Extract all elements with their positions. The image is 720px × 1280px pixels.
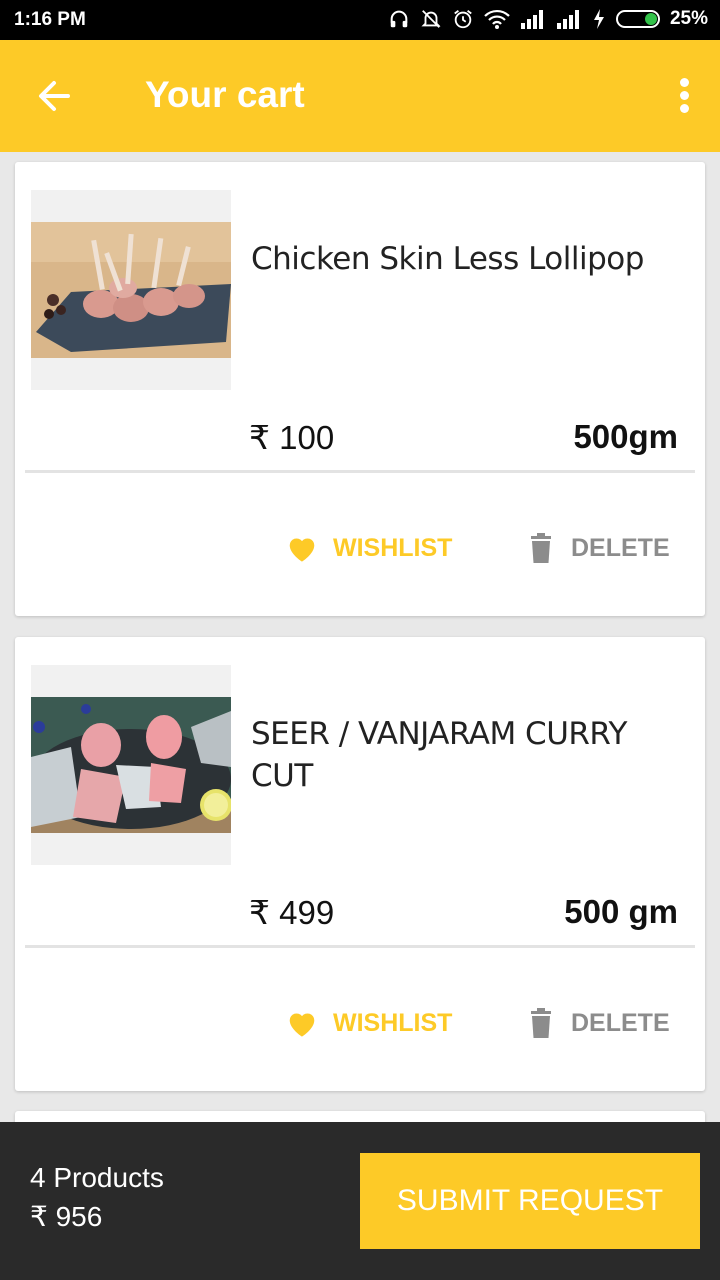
product-name: Chicken Skin Less Lollipop — [251, 241, 644, 277]
heart-icon — [289, 1013, 315, 1037]
product-name: SEER / VANJARAM CURRY CUT — [251, 716, 627, 794]
cart-item: Chicken Skin Less Lollipop ₹ 100 500gm W… — [15, 162, 705, 616]
battery-icon — [615, 10, 660, 28]
delete-label: DELETE — [571, 533, 670, 562]
more-options-button[interactable] — [672, 74, 696, 118]
product-weight: 500 gm — [564, 893, 678, 930]
status-time: 1:16 PM — [14, 9, 86, 30]
product-price: ₹ 100 — [249, 419, 335, 456]
cart-summary-bar: 4 Products ₹ 956 SUBMIT REQUEST — [0, 1122, 720, 1280]
heart-icon — [289, 538, 315, 562]
divider — [25, 470, 695, 473]
cart-total: ₹ 956 — [30, 1201, 103, 1232]
trash-icon — [531, 1008, 551, 1038]
product-image — [31, 665, 231, 865]
wishlist-label: WISHLIST — [333, 533, 453, 562]
delete-button[interactable]: DELETE — [529, 528, 670, 568]
headphones-icon — [390, 10, 408, 28]
product-count: 4 Products — [30, 1162, 164, 1193]
page-title: Your cart — [145, 74, 305, 115]
wishlist-label: WISHLIST — [333, 1008, 453, 1037]
status-bar: 1:16 PM 25% — [0, 0, 720, 40]
signal-icon — [520, 10, 543, 29]
cart-item: SEER / VANJARAM CURRY CUT ₹ 499 500 gm W… — [15, 637, 705, 1091]
chicken-lollipop-photo — [31, 222, 231, 358]
back-button[interactable] — [32, 76, 80, 116]
product-image — [31, 190, 231, 390]
more-vertical-icon — [672, 78, 696, 113]
delete-label: DELETE — [571, 1008, 670, 1037]
submit-request-button[interactable]: SUBMIT REQUEST — [360, 1153, 700, 1249]
charging-icon — [593, 9, 604, 29]
divider — [25, 945, 695, 948]
status-icons: 25% — [388, 8, 708, 30]
product-weight: 500gm — [573, 418, 678, 455]
product-price: ₹ 499 — [249, 894, 335, 931]
trash-icon — [531, 533, 551, 563]
delete-button[interactable]: DELETE — [529, 1003, 670, 1043]
arrow-left-icon — [39, 81, 70, 111]
battery-percent: 25% — [669, 8, 708, 29]
wishlist-button[interactable]: WISHLIST — [285, 528, 452, 568]
wifi-icon — [484, 9, 510, 29]
signal-icon — [556, 10, 579, 29]
fish-curry-cut-photo — [31, 697, 231, 833]
alarm-icon — [454, 10, 472, 29]
bell-off-icon — [421, 10, 441, 28]
wishlist-button[interactable]: WISHLIST — [285, 1003, 452, 1043]
app-bar: Your cart — [0, 40, 720, 152]
